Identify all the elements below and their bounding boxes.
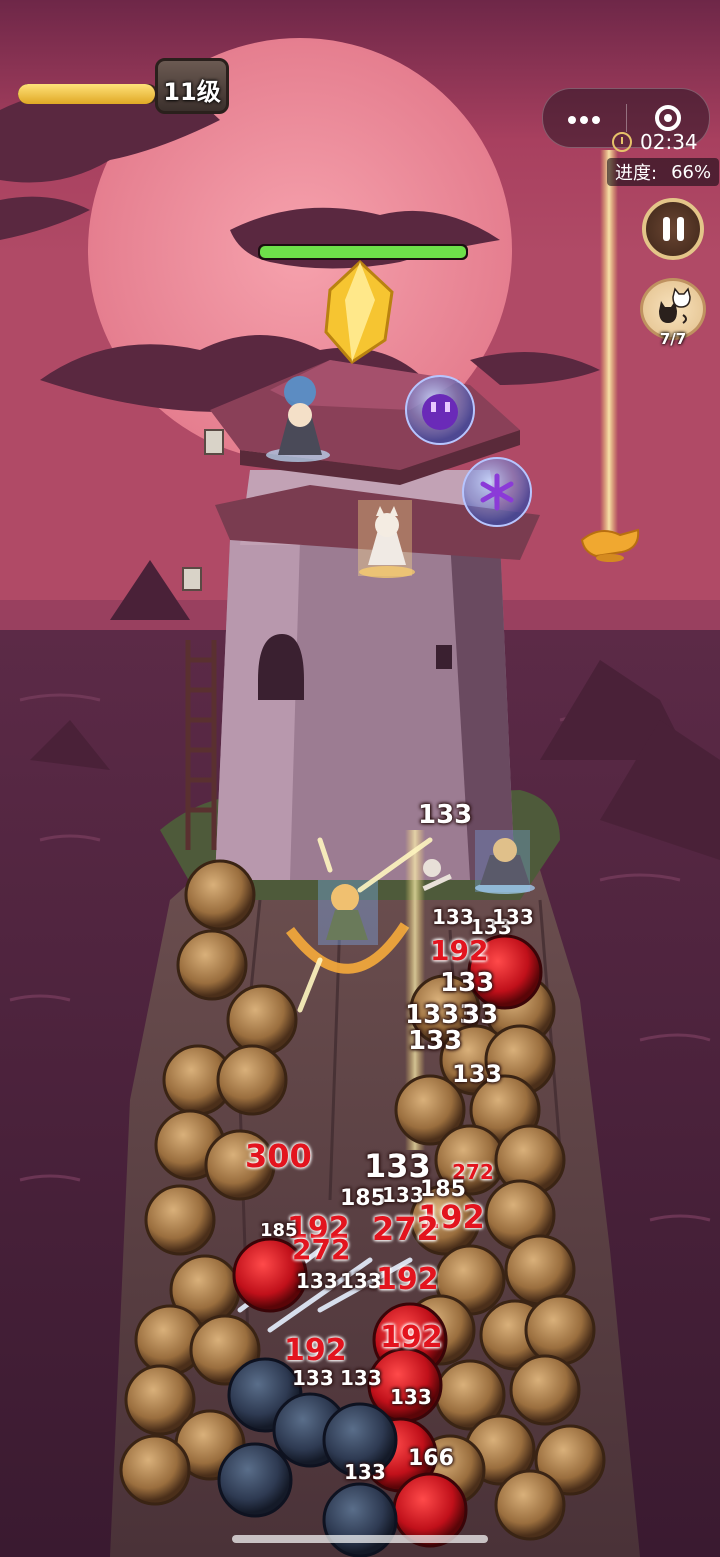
damage-number: 133 [390, 1385, 432, 1409]
dark-enemy [217, 1442, 293, 1518]
more-dots-icon [566, 109, 602, 128]
damage-number: 185 [340, 1186, 386, 1211]
crit-damage-number: 192 [430, 934, 489, 967]
home-indicator [232, 1535, 488, 1543]
crit-damage-number: 300 [245, 1137, 312, 1175]
swap-count: 7/7 [659, 330, 687, 348]
damage-number: 33 [462, 1000, 499, 1030]
damage-number: 133 [418, 800, 473, 830]
crit-damage-number: 192 [376, 1262, 439, 1297]
coin-enemy [176, 929, 248, 1001]
coin-enemy [494, 1469, 566, 1541]
coin-enemy [524, 1294, 596, 1366]
game-scene [0, 0, 720, 1557]
level-badge: 11级 [155, 58, 229, 114]
timer-value: 02:34 [640, 130, 698, 154]
purple-face-bubble-icon [405, 375, 475, 445]
damage-number: 133 [344, 1460, 386, 1484]
timer: 02:34 [612, 130, 698, 154]
target-circle-icon [654, 105, 681, 131]
coin-enemy [144, 1184, 216, 1256]
damage-number: 133 [408, 1026, 463, 1056]
coin-enemy [509, 1354, 581, 1426]
pause-button[interactable] [642, 198, 704, 260]
damage-number: 133 [492, 905, 534, 929]
coin-enemy [226, 984, 298, 1056]
progress-value: 66% [671, 161, 712, 183]
xp-bar-fill [18, 84, 156, 104]
progress-label: 进度: [615, 163, 658, 184]
dark-enemy [322, 1482, 398, 1557]
cat-swap-icon [659, 287, 691, 324]
crit-damage-number: 192 [380, 1320, 443, 1355]
tower-hp-bar [258, 244, 468, 260]
level-label: 11级 [163, 78, 221, 106]
crit-damage-number: 272 [292, 1233, 351, 1266]
damage-number: 166 [408, 1446, 454, 1471]
coin-enemy [119, 1434, 191, 1506]
progress-indicator: 进度: 66% [607, 158, 720, 186]
crit-damage-number: 272 [372, 1210, 439, 1248]
damage-number: 133 [432, 905, 474, 929]
xp-bar [18, 84, 158, 104]
tower-hp-fill [260, 246, 466, 258]
crit-damage-number: 192 [284, 1333, 347, 1368]
lamp-beam [600, 150, 618, 540]
damage-number: 133 [340, 1366, 382, 1390]
knight-cat-unit [475, 830, 535, 894]
coin-enemy [216, 1044, 288, 1116]
coin-enemy [184, 859, 256, 931]
damage-number: 133 [296, 1269, 338, 1293]
pause-icon-bar [676, 217, 684, 241]
white-cat-unit [358, 500, 415, 578]
damage-number: 185 [260, 1220, 298, 1241]
pause-icon [662, 217, 670, 241]
damage-number: 133 [292, 1366, 334, 1390]
snowflake-bubble-icon [462, 457, 532, 527]
damage-number: 133 [440, 968, 495, 998]
clock-icon [612, 132, 632, 152]
coin-enemy [504, 1234, 576, 1306]
damage-number: 133 [452, 1060, 503, 1088]
